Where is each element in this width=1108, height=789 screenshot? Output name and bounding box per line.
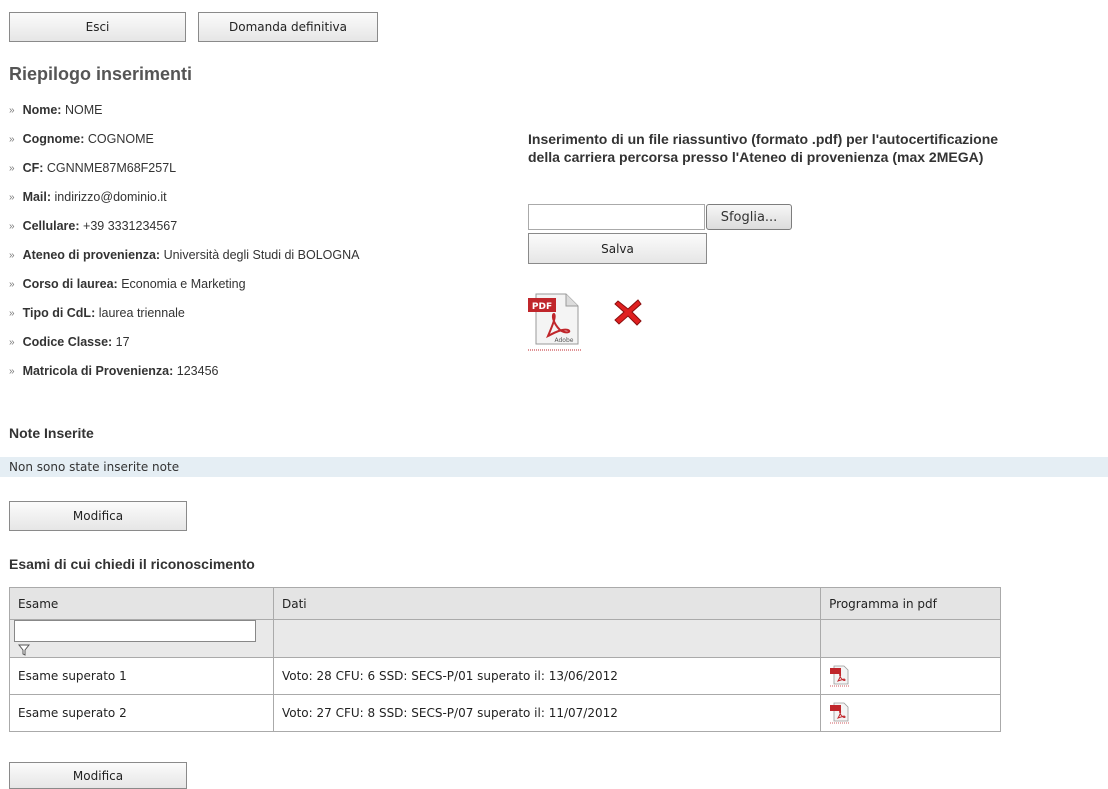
table-row: Esame superato 2 Voto: 27 CFU: 8 SSD: SE…: [9, 693, 1001, 732]
upload-title: Inserimento di un file riassuntivo (form…: [528, 131, 999, 165]
svg-text:PDF: PDF: [532, 302, 552, 312]
exam-filter-input[interactable]: [14, 620, 256, 642]
pdf-adobe-icon[interactable]: PDF Adobe: [526, 292, 582, 352]
summary-item-cf: » CF: CGNNME87M68F257L: [9, 161, 177, 175]
column-header-programma[interactable]: Programma in pdf: [820, 587, 1001, 620]
exam-data-cell: Voto: 27 CFU: 8 SSD: SECS-P/07 superato …: [272, 693, 822, 732]
exam-name-cell: Esame superato 2: [9, 693, 274, 732]
filter-cell: [9, 619, 274, 658]
exam-name-cell: Esame superato 1: [9, 656, 274, 695]
exam-pdf-cell: [820, 656, 1001, 695]
notes-title: Note Inserite: [9, 425, 94, 441]
filter-cell-empty: [272, 619, 822, 658]
exam-pdf-cell: [820, 693, 1001, 732]
browse-button[interactable]: Sfoglia...: [706, 204, 792, 230]
summary-item-corso: » Corso di laurea: Economia e Marketing: [9, 277, 246, 291]
summary-item-mail: » Mail: indirizzo@dominio.it: [9, 190, 167, 204]
exams-table: Esame Dati Programma in pdf Esame supera…: [9, 587, 1001, 732]
filter-cell-empty: [820, 619, 1001, 658]
summary-title: Riepilogo inserimenti: [9, 64, 193, 84]
column-header-esame[interactable]: Esame: [9, 587, 274, 620]
edit-exams-button[interactable]: Modifica: [9, 762, 187, 789]
summary-item-ateneo: » Ateneo di provenienza: Università degli…: [9, 248, 360, 262]
column-header-dati[interactable]: Dati: [272, 587, 822, 620]
save-button[interactable]: Salva: [528, 233, 707, 264]
exam-data-cell: Voto: 28 CFU: 6 SSD: SECS-P/01 superato …: [272, 656, 822, 695]
pdf-icon[interactable]: [829, 665, 851, 687]
summary-item-tipo: » Tipo di CdL: laurea triennale: [9, 306, 185, 320]
file-path-input[interactable]: [528, 204, 705, 230]
filter-funnel-icon[interactable]: [18, 643, 30, 657]
summary-item-cognome: » Cognome: COGNOME: [9, 132, 154, 146]
notes-text: Non sono state inserite note: [0, 457, 1108, 477]
summary-list: » Nome: NOME » Cognome: COGNOME » CF: CGNNM…: [9, 103, 360, 393]
red-x-delete-icon[interactable]: [613, 297, 643, 327]
summary-item-matricola: » Matricola di Provenienza: 123456: [9, 364, 219, 378]
svg-text:Adobe: Adobe: [555, 337, 574, 344]
table-row: Esame superato 1 Voto: 28 CFU: 6 SSD: SE…: [9, 656, 1001, 695]
pdf-icon[interactable]: [829, 702, 851, 724]
exams-title: Esami di cui chiedi il riconoscimento: [9, 556, 255, 572]
filter-row: [9, 619, 1001, 658]
summary-item-cellulare: » Cellulare: +39 3331234567: [9, 219, 178, 233]
final-application-button[interactable]: Domanda definitiva: [198, 12, 378, 42]
summary-item-nome: » Nome: NOME: [9, 103, 103, 117]
exit-button[interactable]: Esci: [9, 12, 186, 42]
edit-notes-button[interactable]: Modifica: [9, 501, 187, 531]
summary-item-classe: » Codice Classe: 17: [9, 335, 130, 349]
